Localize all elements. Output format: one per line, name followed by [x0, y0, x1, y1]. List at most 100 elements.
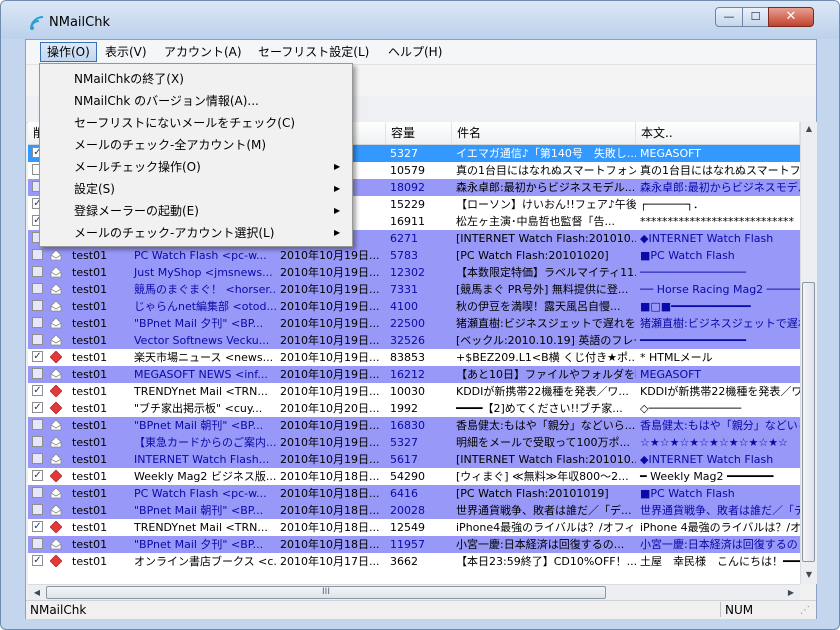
cell-body: * HTMLメール: [640, 351, 713, 364]
cell-size: 83853: [390, 351, 425, 364]
row-checkbox[interactable]: ✓: [32, 521, 43, 532]
row-checkbox[interactable]: [32, 317, 43, 328]
row-checkbox[interactable]: [32, 504, 43, 515]
cell-body: ■□■━━━━━━━━━━━━: [640, 300, 751, 313]
cell-size: 5327: [390, 147, 418, 160]
dropdown-item[interactable]: NMailChk のバージョン情報(A)...: [42, 90, 348, 112]
envelope-icon: [50, 419, 62, 431]
vertical-scrollbar[interactable]: ▲ ▼: [800, 122, 817, 584]
dropdown-item[interactable]: メールのチェック-全アカウント(M): [42, 134, 348, 156]
table-row[interactable]: test01 "BPnet Mail 夕刊" <BP... 2010年10月18日.…: [28, 536, 800, 553]
table-row[interactable]: test01 MEGASOFT NEWS <inf... 2010年10月19日..…: [28, 366, 800, 383]
cell-date: 2010年10月17日...: [280, 555, 380, 568]
envelope-icon: [50, 436, 62, 448]
row-checkbox[interactable]: [32, 487, 43, 498]
row-checkbox[interactable]: ✓: [32, 555, 43, 566]
maximize-icon: ☐: [750, 10, 761, 23]
row-checkbox[interactable]: ✓: [32, 470, 43, 481]
table-row[interactable]: ✓ test01 "ブチ家出掲示板" <cuy... 2010年10月20日... 19…: [28, 400, 800, 417]
resize-grip-icon[interactable]: ⋰: [800, 605, 812, 617]
table-row[interactable]: test01 Just MyShop <jmsnews... 2010年10月19日…: [28, 264, 800, 281]
table-row[interactable]: test01 "BPnet Mail 朝刊" <BP... 2010年10月18日.…: [28, 502, 800, 519]
dropdown-item[interactable]: 登録メーラーの起動(E) ▶: [42, 200, 348, 222]
dropdown-item-label: NMailChk のバージョン情報(A)...: [74, 94, 259, 108]
cell-date: 2010年10月19日...: [280, 419, 380, 432]
table-row[interactable]: test01 じゃらんnet編集部 <otod... 2010年10月19日... 4…: [28, 298, 800, 315]
table-row[interactable]: ✓ test01 TRENDYnet Mail <TRN... 2010年10月18日…: [28, 519, 800, 536]
cell-subject: 【あと10日】ファイルやフォルダを暗...: [456, 368, 636, 381]
table-row[interactable]: test01 INTERNET Watch Flash... 2010年10月19日…: [28, 451, 800, 468]
table-row[interactable]: test01 PC Watch Flash <pc-w... 2010年10月19日…: [28, 247, 800, 264]
row-checkbox[interactable]: ✓: [32, 351, 43, 362]
col-header-subject[interactable]: 件名: [452, 122, 636, 144]
table-row[interactable]: ✓ test01 楽天市場ニュース <news... 2010年10月19日... 83…: [28, 349, 800, 366]
envelope-icon: [50, 504, 62, 516]
minimize-button[interactable]: —: [715, 7, 743, 27]
unread-diamond-icon: [50, 351, 62, 363]
cell-subject: 小宮一慶:日本経済は回復するの...: [456, 538, 625, 551]
table-row[interactable]: ✓ test01 Weekly Mag2 ビジネス版... 2010年10月18日..…: [28, 468, 800, 485]
vertical-scroll-thumb[interactable]: [802, 282, 815, 562]
cell-from: Vector Softnews Vecku...: [134, 334, 270, 347]
horizontal-scroll-thumb[interactable]: III: [46, 586, 606, 599]
horizontal-scrollbar[interactable]: ◀ III ▶: [28, 584, 800, 601]
cell-date: 2010年10月20日...: [280, 402, 380, 415]
menu-help[interactable]: ヘルプ(H): [382, 42, 448, 62]
col-header-body[interactable]: 本文..: [636, 122, 800, 144]
cell-date: 2010年10月19日...: [280, 368, 380, 381]
table-row[interactable]: test01 競馬のまぐまぐ！ <horser... 2010年10月19日... 7…: [28, 281, 800, 298]
row-checkbox[interactable]: [32, 266, 43, 277]
cell-body: 世界通貨戦争、敗者は誰だ／「デ: [640, 504, 800, 517]
table-row[interactable]: ✓ test01 TRENDYnet Mail <TRN... 2010年10月19日…: [28, 383, 800, 400]
menu-view[interactable]: 表示(V): [99, 42, 153, 62]
cell-date: 2010年10月19日...: [280, 334, 380, 347]
table-row[interactable]: test01 Vector Softnews Vecku... 2010年10月19…: [28, 332, 800, 349]
row-checkbox[interactable]: [32, 334, 43, 345]
table-row[interactable]: test01 "BPnet Mail 夕刊" <BP... 2010年10月19日.…: [28, 315, 800, 332]
row-checkbox[interactable]: [32, 368, 43, 379]
envelope-icon: [50, 453, 62, 465]
table-row[interactable]: test01 "BPnet Mail 朝刊" <BP... 2010年10月19日.…: [28, 417, 800, 434]
cell-date: 2010年10月18日...: [280, 538, 380, 551]
cell-body: 猪瀬直樹:ビジネスジェットで遅れ: [640, 317, 800, 330]
scroll-up-icon[interactable]: ▲: [802, 122, 816, 136]
row-checkbox[interactable]: ✓: [32, 402, 43, 413]
maximize-button[interactable]: ☐: [742, 7, 769, 27]
cell-body: ━ Weekly Mag2 ━━━━━━━: [640, 470, 774, 483]
envelope-icon: [50, 538, 62, 550]
cell-size: 5327: [390, 436, 418, 449]
scroll-right-icon[interactable]: ▶: [784, 586, 798, 600]
row-checkbox[interactable]: [32, 538, 43, 549]
menu-operation[interactable]: 操作(O): [40, 42, 97, 62]
cell-subject: 世界通貨戦争、敗者は誰だ／「デ...: [456, 504, 632, 517]
dropdown-item[interactable]: メールのチェック-アカウント選択(L) ▶: [42, 222, 348, 244]
row-checkbox[interactable]: [32, 300, 43, 311]
row-checkbox[interactable]: [32, 419, 43, 430]
row-checkbox[interactable]: [32, 249, 43, 260]
dropdown-item[interactable]: セーフリストにないメールをチェック(C): [42, 112, 348, 134]
row-checkbox[interactable]: [32, 436, 43, 447]
close-button[interactable]: ✕: [768, 7, 814, 27]
dropdown-item[interactable]: NMailChkの終了(X): [42, 68, 348, 90]
table-row[interactable]: test01 【東急カードからのご案内... 2010年10月19日... 5327 明…: [28, 434, 800, 451]
row-checkbox[interactable]: [32, 283, 43, 294]
dropdown-item[interactable]: メールチェック操作(O) ▶: [42, 156, 348, 178]
menu-account[interactable]: アカウント(A): [158, 42, 248, 62]
scroll-grip: III: [322, 587, 330, 597]
title-bar[interactable]: NMailChk — ☐ ✕: [1, 1, 839, 39]
row-checkbox[interactable]: ✓: [32, 385, 43, 396]
cell-size: 12302: [390, 266, 425, 279]
row-checkbox[interactable]: [32, 453, 43, 464]
dropdown-item-label: NMailChkの終了(X): [74, 72, 184, 86]
col-header-size[interactable]: 容量: [386, 122, 452, 144]
cell-size: 18092: [390, 181, 425, 194]
cell-from: じゃらんnet編集部 <otod...: [134, 300, 276, 313]
table-row[interactable]: ✓ test01 オンライン書店ブークス <c... 2010年10月17日... 36…: [28, 553, 800, 570]
envelope-icon: [50, 334, 62, 346]
dropdown-item[interactable]: 設定(S) ▶: [42, 178, 348, 200]
table-row[interactable]: test01 PC Watch Flash <pc-w... 2010年10月18日…: [28, 485, 800, 502]
cell-subject: 松左ヶ主演･中島哲也監督「告...: [456, 215, 615, 228]
scroll-left-icon[interactable]: ◀: [30, 586, 44, 600]
scroll-down-icon[interactable]: ▼: [802, 568, 816, 582]
menu-safelist-settings[interactable]: セーフリスト設定(L): [252, 42, 375, 62]
